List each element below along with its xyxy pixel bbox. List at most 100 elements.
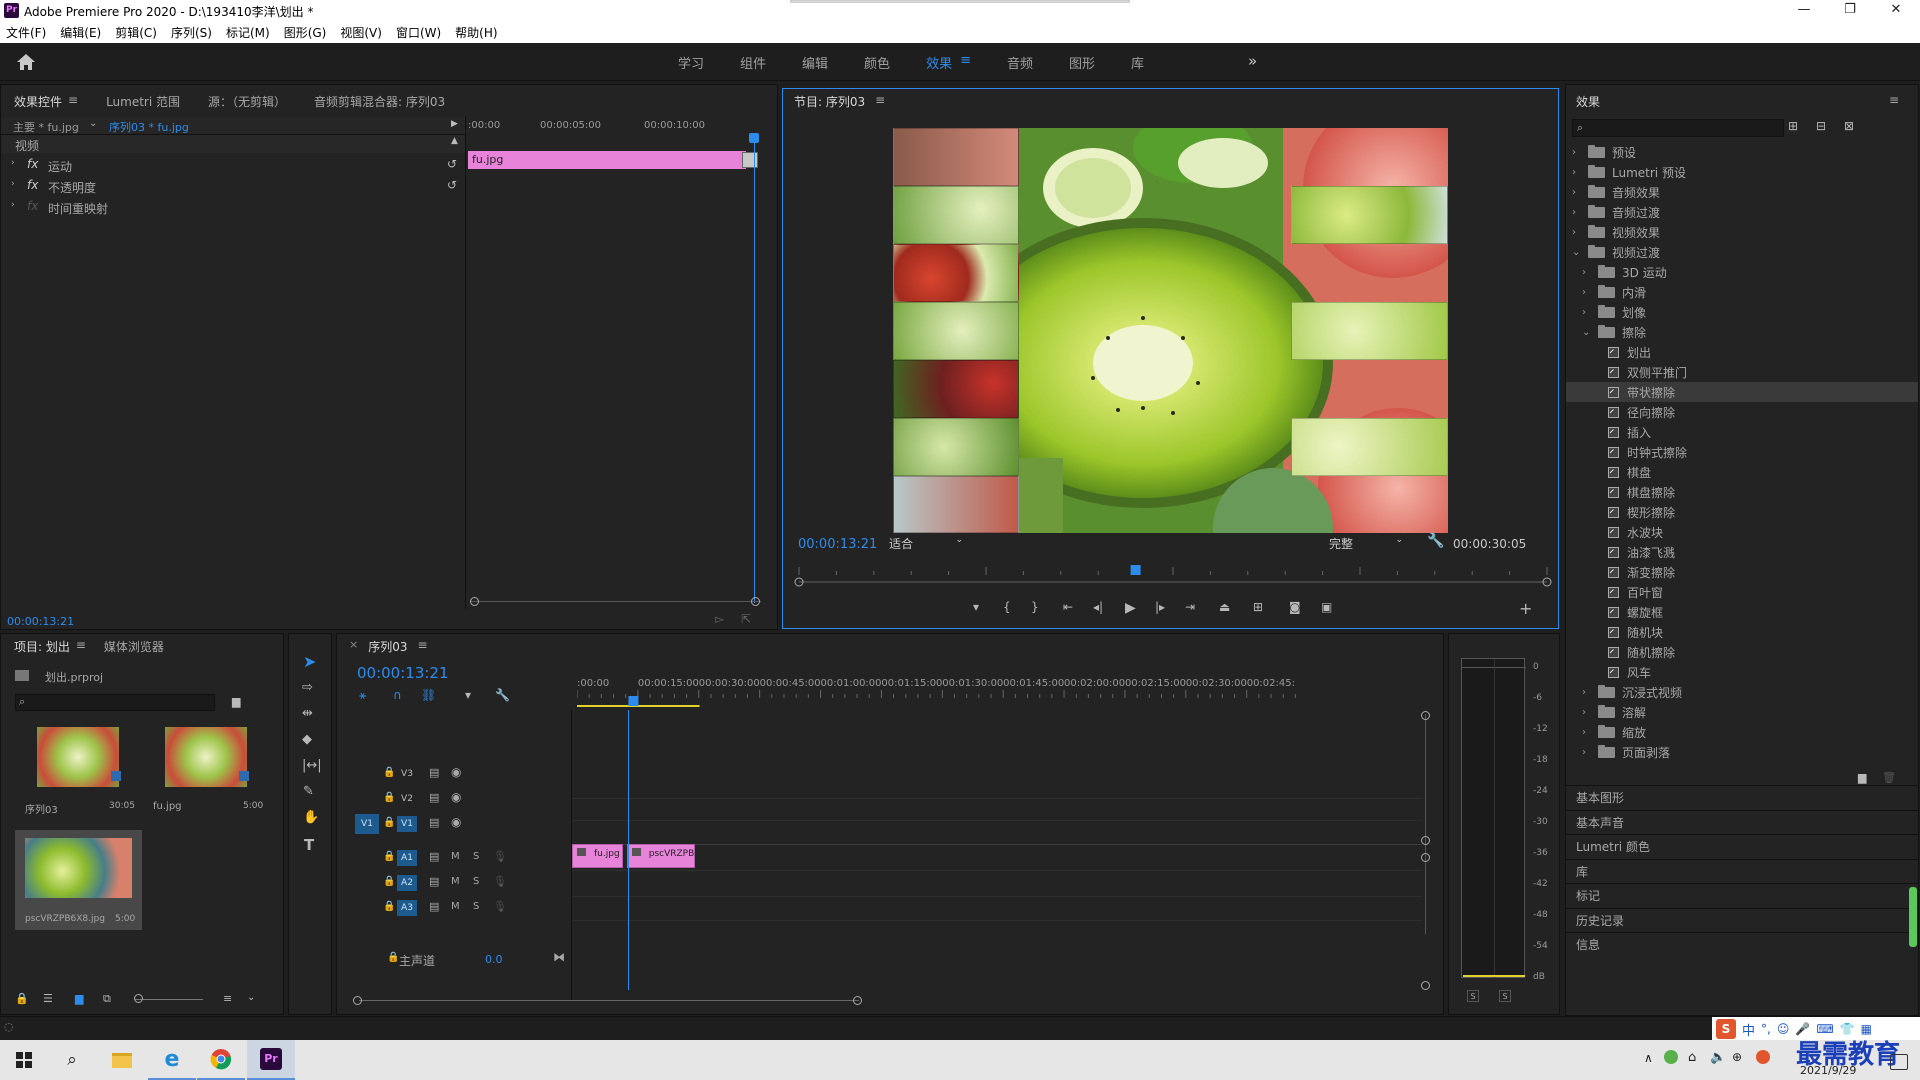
premiere-icon[interactable]: Pr	[247, 1040, 295, 1080]
lift-icon[interactable]: ⏏	[1219, 600, 1230, 614]
effects-tree-item[interactable]: 水波块	[1566, 522, 1918, 542]
yuv-effects-icon[interactable]: ⊠	[1844, 119, 1854, 133]
delete-icon[interactable]: 🗑	[1882, 771, 1896, 784]
effect-controls-timecode[interactable]: 00:00:13:21	[7, 615, 74, 628]
chevron-right-icon[interactable]: ›	[1582, 267, 1594, 278]
minimize-icon[interactable]: —	[1784, 2, 1824, 20]
track-target[interactable]: A3	[397, 900, 417, 916]
reset-icon[interactable]: ↺	[447, 157, 457, 171]
master-clip-label[interactable]: 主要 * fu.jpg	[13, 119, 79, 135]
menu-help[interactable]: 帮助(H)	[455, 24, 497, 41]
track-target[interactable]: V1	[397, 816, 417, 832]
icon-view-icon[interactable]: ▆	[75, 992, 83, 1005]
project-search-input[interactable]: ⌕	[15, 694, 215, 711]
workspace-tab-learn[interactable]: 学习	[678, 53, 704, 72]
chevron-right-icon[interactable]: ›	[1582, 747, 1594, 758]
effects-tree-item[interactable]: › 划像	[1566, 302, 1918, 322]
voice-record-icon[interactable]: 🎙	[493, 850, 507, 863]
property-opacity[interactable]: › fx 不透明度 ↺	[1, 176, 465, 196]
timeline-ruler[interactable]: :00:00 00:00:15:00 00:00:30:00 00:00:45:00 0…	[577, 676, 1437, 712]
effects-tree-item[interactable]: › 沉浸式视频	[1566, 682, 1918, 702]
go-to-out-icon[interactable]: ⇥	[1185, 600, 1195, 614]
chevron-right-icon[interactable]: ›	[1582, 727, 1594, 738]
tab-media-browser[interactable]: 媒体浏览器	[104, 638, 164, 655]
track-target[interactable]: A1	[397, 850, 417, 866]
lock-icon[interactable]: 🔒	[383, 901, 395, 912]
effect-clip-bar[interactable]: fu.jpg	[468, 151, 746, 169]
chevron-down-icon[interactable]: ⌄	[247, 992, 255, 1003]
go-to-in-icon[interactable]: ⇤	[1063, 600, 1073, 614]
effects-tree-item[interactable]: › 视频效果	[1566, 222, 1918, 242]
zoom-slider-handle[interactable]	[134, 994, 143, 1003]
effects-tree-item[interactable]: 棋盘擦除	[1566, 482, 1918, 502]
program-video-frame[interactable]	[893, 128, 1448, 533]
extract-icon[interactable]: ⊞	[1253, 600, 1263, 614]
menu-marker[interactable]: 标记(M)	[226, 24, 270, 41]
lock-icon[interactable]: 🔒	[383, 851, 395, 862]
chevron-right-icon[interactable]: ›	[1582, 707, 1594, 718]
solo-button[interactable]: S	[473, 876, 479, 887]
program-scrub-bar[interactable]	[793, 565, 1553, 595]
hand-tool-icon[interactable]: ✋	[303, 810, 319, 825]
solo-left-button[interactable]: S	[1467, 990, 1479, 1002]
compare-icon[interactable]: ▣	[1321, 600, 1332, 614]
menu-view[interactable]: 视图(V)	[340, 24, 382, 41]
panel-menu-icon[interactable]: ≡	[1889, 93, 1899, 107]
timeline-timecode[interactable]: 00:00:13:21	[357, 664, 449, 682]
nest-toggle-icon[interactable]: ⚹	[359, 688, 366, 703]
lock-icon[interactable]: 🔒	[383, 876, 395, 887]
emoji-icon[interactable]: ☺	[1777, 1022, 1790, 1036]
export-frame-icon[interactable]: ◙	[1289, 600, 1301, 614]
track-target[interactable]: A2	[397, 875, 417, 891]
horizontal-scrollbar[interactable]	[359, 1000, 859, 1001]
play-icon[interactable]: ▶	[1125, 600, 1136, 616]
chevron-right-icon[interactable]: ›	[1572, 227, 1584, 238]
lock-icon[interactable]: 🔒	[383, 767, 395, 778]
slip-tool-icon[interactable]: |↔|	[302, 758, 322, 773]
program-playhead[interactable]	[1130, 565, 1141, 575]
ie-icon[interactable]: e	[148, 1040, 196, 1080]
sequence-clip-label[interactable]: 序列03 * fu.jpg	[109, 119, 189, 135]
chevron-right-icon[interactable]: ›	[1572, 147, 1584, 158]
panel-menu-icon[interactable]: ≡	[418, 638, 428, 655]
sync-lock-icon[interactable]: ▤	[429, 850, 439, 863]
playhead-handle[interactable]	[628, 696, 639, 706]
effects-section[interactable]: 基本声音	[1566, 809, 1918, 834]
effects-tree-item[interactable]: 插入	[1566, 422, 1918, 442]
track-target[interactable]: V3	[397, 766, 417, 782]
sogou-tray-icon[interactable]	[1756, 1050, 1770, 1064]
workspace-tab-editing[interactable]: 编辑	[802, 53, 828, 72]
sort-icon[interactable]: ≡	[223, 992, 232, 1005]
timeline-clip[interactable]: fu.jpg	[572, 844, 623, 868]
lock-icon[interactable]: 🔒	[15, 992, 29, 1005]
type-tool-icon[interactable]: T	[304, 836, 314, 854]
sync-lock-icon[interactable]: ▤	[429, 766, 439, 779]
tab-project[interactable]: 项目: 划出	[14, 638, 70, 655]
ime-mode[interactable]: 中	[1742, 1020, 1755, 1039]
sync-lock-icon[interactable]: ▤	[429, 875, 439, 888]
eye-icon[interactable]: ◉	[451, 790, 461, 804]
sync-lock-icon[interactable]: ▤	[429, 816, 439, 829]
zoom-slider[interactable]	[135, 999, 203, 1000]
menu-graphics[interactable]: 图形(G)	[284, 24, 327, 41]
effects-tree-item[interactable]: › 内滑	[1566, 282, 1918, 302]
tab-lumetri-scopes[interactable]: Lumetri 范围	[106, 93, 180, 110]
close-tab-icon[interactable]: ×	[349, 638, 358, 655]
effects-tree-item[interactable]: 随机擦除	[1566, 642, 1918, 662]
property-time-remap[interactable]: › fx 时间重映射	[1, 197, 465, 217]
project-item-psc[interactable]: pscVRZPB6X8.jpg 5:00	[15, 830, 142, 930]
linked-selection-icon[interactable]: ⛓	[421, 688, 436, 702]
effects-tree-item[interactable]: 棋盘	[1566, 462, 1918, 482]
tray-expand-icon[interactable]: ∧	[1644, 1051, 1653, 1065]
track-select-tool-icon[interactable]: ⇨	[302, 680, 313, 695]
effects-section[interactable]: 库	[1566, 858, 1918, 883]
razor-tool-icon[interactable]: ◆	[302, 732, 312, 747]
effects-tree-item[interactable]: 油漆飞溅	[1566, 542, 1918, 562]
effects-tree-item[interactable]: 随机块	[1566, 622, 1918, 642]
settings-wrench-icon[interactable]: 🔧	[1427, 533, 1444, 549]
pen-tool-icon[interactable]: ✎	[303, 784, 314, 799]
mute-button[interactable]: M	[451, 876, 460, 887]
32bit-effects-icon[interactable]: ⊟	[1816, 119, 1826, 133]
eye-icon[interactable]: ◉	[451, 815, 461, 829]
effects-tree-item[interactable]: 风车	[1566, 662, 1918, 682]
